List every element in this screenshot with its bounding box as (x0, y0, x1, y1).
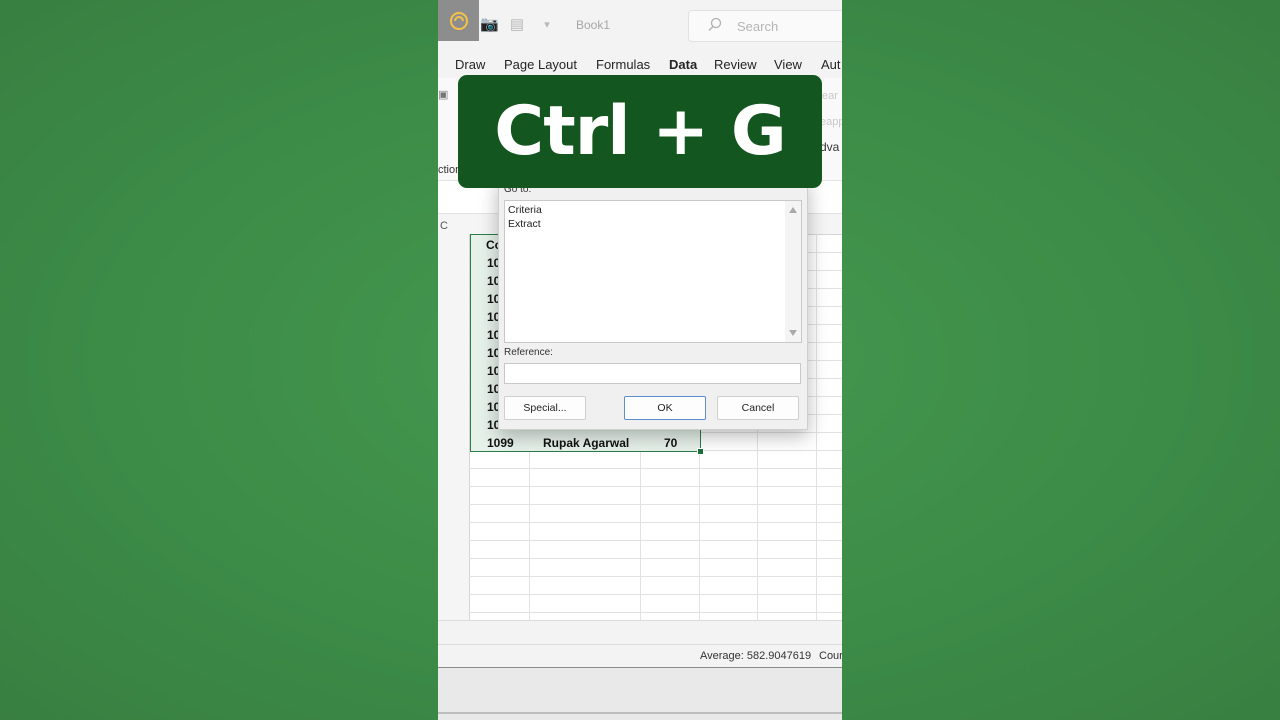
gridline (816, 234, 817, 620)
gridline (469, 504, 842, 505)
ribbon-fragment-clear[interactable]: ear (822, 90, 838, 102)
scrollbar[interactable] (785, 201, 801, 342)
ribbon-fragment-advanced[interactable]: dva (820, 140, 839, 154)
gridline (469, 486, 842, 487)
goto-listbox[interactable]: Criteria Extract (504, 200, 802, 343)
tab-automate[interactable]: Aut (821, 57, 841, 72)
app-logo-icon[interactable] (438, 0, 479, 41)
cell-score[interactable]: 70 (664, 436, 677, 450)
gridline (469, 540, 842, 541)
shortcut-text: Ctrl + G (494, 92, 786, 171)
goto-item-criteria[interactable]: Criteria (508, 204, 542, 216)
column-header-c[interactable]: C (440, 220, 448, 232)
search-placeholder: Search (737, 19, 779, 34)
fill-handle[interactable] (697, 448, 704, 455)
divider (438, 712, 842, 714)
goto-item-extract[interactable]: Extract (508, 218, 541, 230)
sheet-tabs-bar (438, 620, 842, 645)
gridline (469, 558, 842, 559)
cancel-button[interactable]: Cancel (717, 396, 799, 420)
reference-input[interactable] (504, 363, 801, 384)
tab-data[interactable]: Data (669, 57, 697, 72)
search-icon (708, 17, 722, 31)
cell-id[interactable]: 1099 (487, 436, 514, 450)
tab-page-layout[interactable]: Page Layout (504, 57, 577, 72)
tab-view[interactable]: View (774, 57, 802, 72)
gridline (469, 576, 842, 577)
gridline (469, 468, 842, 469)
chevron-down-icon[interactable]: ▾ (538, 16, 556, 34)
status-average: Average: 582.9047619 (700, 650, 812, 662)
gridline (469, 522, 842, 523)
special-button[interactable]: Special... (504, 396, 586, 420)
shortcut-banner: Ctrl + G (458, 75, 822, 188)
status-count: Cour (819, 650, 842, 662)
scroll-up-icon[interactable] (789, 207, 797, 213)
cell-name[interactable]: Rupak Agarwal (543, 436, 629, 450)
reference-label: Reference: (504, 347, 553, 358)
tab-draw[interactable]: Draw (455, 57, 485, 72)
tab-formulas[interactable]: Formulas (596, 57, 650, 72)
workbook-title: Book1 (576, 18, 611, 32)
tab-review[interactable]: Review (714, 57, 757, 72)
gridline (469, 612, 842, 613)
save-icon[interactable]: ▤ (508, 16, 526, 34)
ribbon-fragment-reapply[interactable]: eapp (820, 116, 842, 128)
title-bar: 📷 ▤ ▾ Book1 Search (438, 0, 842, 48)
camera-icon[interactable]: 📷 (480, 16, 499, 34)
status-bar: Average: 582.9047619 Cour (438, 644, 842, 669)
ok-button[interactable]: OK (624, 396, 706, 420)
row-headers (438, 234, 470, 620)
scroll-down-icon[interactable] (789, 330, 797, 336)
gridline (469, 594, 842, 595)
search-input[interactable]: Search (688, 10, 842, 42)
taskbar (438, 668, 842, 720)
ribbon-icon-fragment: ▣ (438, 89, 449, 101)
go-to-dialog: Go to: Criteria Extract Reference: Speci… (498, 178, 808, 430)
ribbon-tabs: Draw Page Layout Formulas Data Review Vi… (438, 48, 842, 78)
